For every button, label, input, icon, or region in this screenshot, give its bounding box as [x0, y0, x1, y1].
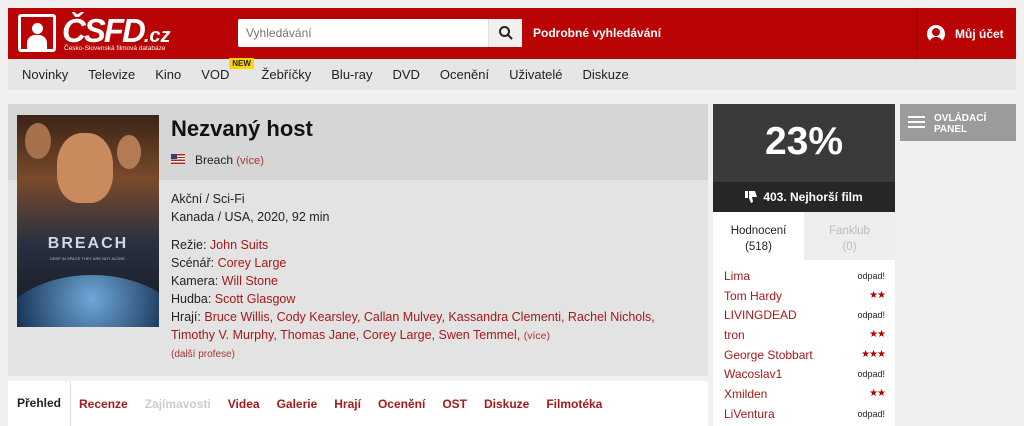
camera-link[interactable]: Will Stone: [222, 274, 278, 288]
control-panel-button[interactable]: OVLÁDACÍ PANEL: [900, 104, 1016, 141]
search-input[interactable]: [238, 19, 488, 47]
user-icon: [927, 25, 945, 43]
film-genre: Akční / Sci-Fi: [171, 192, 245, 206]
list-item: Wacoslav1 odpad!: [713, 364, 895, 384]
account-label: Můj účet: [955, 27, 1004, 41]
list-item: LIVINGDEAD odpad!: [713, 305, 895, 325]
nav-item-bluray[interactable]: Blu-ray: [331, 67, 372, 82]
list-item: George Stobbart ★★★: [713, 345, 895, 365]
usa-flag-icon: [171, 154, 185, 164]
user-link[interactable]: LIVINGDEAD: [724, 308, 797, 322]
tab-filmoteka[interactable]: Filmotéka: [546, 397, 602, 411]
film-origin: Kanada / USA, 2020, 92 min: [171, 210, 330, 224]
nav-item-vod[interactable]: VOD NEW: [201, 58, 254, 82]
list-item: Lima odpad!: [713, 266, 895, 286]
list-item: LiVentura odpad!: [713, 404, 895, 424]
search-icon: [499, 26, 513, 40]
film-tabs: Přehled Recenze Zajímavosti Videa Galeri…: [8, 381, 708, 426]
user-link[interactable]: Tom Hardy: [724, 289, 782, 303]
tab-recenze[interactable]: Recenze: [79, 397, 128, 411]
worst-film-rank[interactable]: 403. Nejhorší film: [713, 182, 895, 212]
tab-videa[interactable]: Videa: [228, 397, 260, 411]
nav-item-oceneni[interactable]: Ocenění: [440, 67, 489, 82]
rating-value: odpad!: [857, 270, 885, 281]
cast-links-2[interactable]: Timothy V. Murphy, Thomas Jane, Corey La…: [171, 328, 520, 342]
thumbs-down-icon: [745, 191, 758, 203]
search-button[interactable]: [488, 19, 522, 47]
stars-icon: ★★: [869, 290, 886, 302]
nav-item-kino[interactable]: Kino: [155, 67, 181, 82]
tab-galerie[interactable]: Galerie: [277, 397, 318, 411]
advanced-search-link[interactable]: Podrobné vyhledávání: [533, 26, 661, 40]
logo-subtitle: Česko-Slovenská filmová databáze: [64, 45, 166, 52]
film-panel: BREACH DEEP IN SPACE THEY ARE NOT ALONE.…: [8, 104, 708, 376]
menu-icon: [908, 116, 925, 130]
stars-icon: ★★: [869, 388, 886, 400]
more-titles-link[interactable]: (více): [236, 155, 264, 167]
main-nav: Novinky Televize Kino VOD NEW Žebříčky Bl…: [8, 58, 1016, 90]
account-button[interactable]: Můj účet: [927, 25, 1004, 43]
rating-tabs: Hodnocení (518) Fanklub (0): [713, 212, 895, 260]
tab-diskuze[interactable]: Diskuze: [484, 397, 529, 411]
rating-value: odpad!: [857, 408, 885, 419]
nav-item-zebricky[interactable]: Žebříčky: [261, 67, 311, 82]
list-item: tron ★★: [713, 325, 895, 345]
cast-links[interactable]: Bruce Willis, Cody Kearsley, Callan Mulv…: [204, 310, 654, 324]
control-panel-label: OVLÁDACÍ PANEL: [934, 113, 987, 135]
list-item: Xmilden ★★: [713, 384, 895, 404]
user-link[interactable]: Lima: [724, 269, 750, 283]
user-link[interactable]: Wacoslav1: [724, 367, 782, 381]
user-link[interactable]: tron: [724, 328, 745, 342]
rating-value: odpad!: [857, 310, 885, 321]
site-logo[interactable]: ČSFD.cz Česko-Slovenská filmová databáze: [18, 12, 188, 54]
more-cast-link[interactable]: (více): [524, 330, 550, 342]
original-title: Breach (více): [195, 153, 264, 167]
nav-item-dvd[interactable]: DVD: [392, 67, 419, 82]
nav-item-diskuze[interactable]: Diskuze: [583, 67, 629, 82]
nav-item-novinky[interactable]: Novinky: [22, 67, 68, 82]
user-link[interactable]: Xmilden: [724, 387, 767, 401]
logo-icon: [18, 14, 56, 52]
site-header: ČSFD.cz Česko-Slovenská filmová databáze…: [8, 8, 1016, 59]
stars-icon: ★★: [869, 329, 886, 341]
poster-tagline: DEEP IN SPACE THEY ARE NOT ALONE.: [49, 256, 127, 261]
user-link[interactable]: George Stobbart: [724, 348, 813, 362]
music-link[interactable]: Scott Glasgow: [215, 292, 296, 306]
director-link[interactable]: John Suits: [210, 238, 268, 252]
rating-score-box: 23%: [713, 104, 895, 182]
user-ratings-list: Lima odpad! Tom Hardy ★★ LIVINGDEAD odpad! …: [713, 266, 895, 424]
divider: [916, 8, 917, 59]
tab-ost[interactable]: OST: [442, 397, 467, 411]
film-crew: Režie: John Suits Scénář: Corey Large Ka…: [171, 238, 655, 342]
nav-item-uzivatele[interactable]: Uživatelé: [509, 67, 562, 82]
poster-title: BREACH: [47, 235, 129, 252]
other-professions-link[interactable]: (další profese): [171, 349, 235, 360]
rating-value: odpad!: [857, 369, 885, 380]
film-title: Nezvaný host: [171, 116, 313, 141]
tab-prehled[interactable]: Přehled: [8, 381, 72, 426]
tab-hodnoceni[interactable]: Hodnocení (518): [713, 212, 804, 260]
list-item: Tom Hardy ★★: [713, 286, 895, 306]
nav-item-televize[interactable]: Televize: [88, 67, 135, 82]
rating-percent: 23%: [764, 120, 844, 163]
tab-fanklub[interactable]: Fanklub (0): [804, 212, 895, 260]
user-link[interactable]: LiVentura: [724, 407, 775, 421]
rating-panel: 23% 403. Nejhorší film Hodnocení (518) Fa…: [713, 104, 895, 426]
tab-zajimavosti: Zajímavosti: [144, 396, 211, 411]
new-badge: NEW: [229, 58, 254, 69]
tab-hraji[interactable]: Hrají: [334, 397, 361, 411]
writer-link[interactable]: Corey Large: [218, 256, 287, 270]
stars-icon: ★★★: [861, 349, 886, 361]
tab-oceneni[interactable]: Ocenění: [378, 397, 425, 411]
search-box: [238, 19, 522, 47]
film-poster[interactable]: BREACH DEEP IN SPACE THEY ARE NOT ALONE.: [17, 115, 159, 327]
